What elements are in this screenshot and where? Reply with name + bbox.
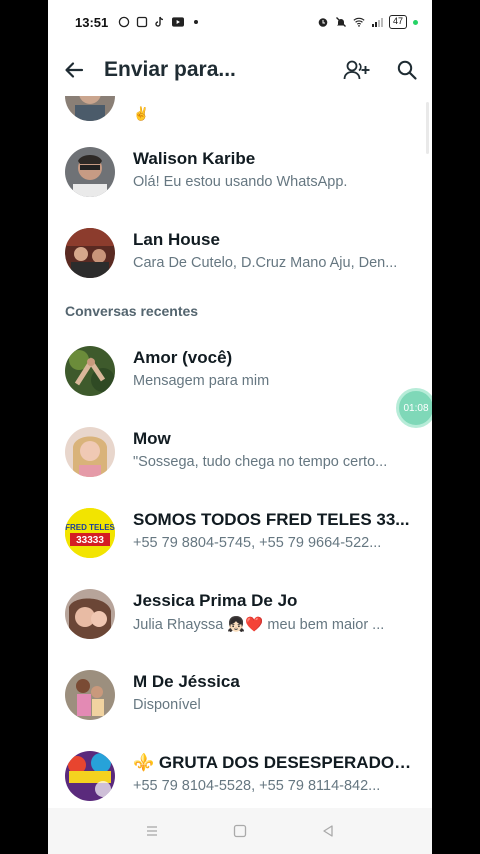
avatar (65, 750, 115, 801)
alarm-icon (317, 16, 329, 28)
list-item-recent[interactable]: Amor (você) Mensagem para mim (48, 330, 432, 411)
item-texts: Amor (você) Mensagem para mim (133, 348, 414, 389)
avatar (65, 669, 115, 720)
battery-level: 47 (388, 15, 407, 29)
item-texts: Jessica Prima De Jo Julia Rhayssa 👧🏻❤️ m… (133, 591, 414, 633)
notification-icons (118, 16, 202, 28)
item-subtitle: Olá! Eu estou usando WhatsApp. (133, 174, 348, 190)
more-dot-icon (190, 16, 202, 28)
floating-timer-bubble[interactable]: 01:08 (396, 388, 432, 428)
system-icons: 47 (317, 15, 418, 29)
item-name: Amor (você) (133, 348, 233, 367)
page-title: Enviar para... (104, 58, 236, 81)
item-name: M De Jéssica (133, 672, 240, 691)
item-subtitle: +55 79 8804-5745, +55 79 9664-522... (133, 535, 382, 551)
item-texts: ⚜️ GRUTA DOS DESESPERADOS... +55 79 8104… (133, 753, 414, 794)
mute-icon (335, 16, 347, 28)
item-texts: Mow "Sossega, tudo chega no tempo certo.… (133, 429, 414, 470)
triangle-back-icon (323, 825, 333, 837)
whatsapp-icon (118, 16, 130, 28)
app-bar: Enviar para... (48, 44, 432, 96)
home-button[interactable] (225, 816, 255, 846)
item-subtitle: +55 79 8104-5528, +55 79 8114-842... (133, 778, 381, 794)
list-item-contact[interactable]: Walison Karibe Olá! Eu estou usando What… (48, 131, 432, 212)
back-button[interactable] (48, 44, 100, 96)
item-name: Jessica Prima De Jo (133, 591, 298, 610)
back-nav-button[interactable] (313, 816, 343, 846)
item-name: Mow (133, 429, 171, 448)
item-subtitle: "Sossega, tudo chega no tempo certo... (133, 454, 388, 470)
item-name: Walison Karibe (133, 149, 256, 168)
avatar: FRED TELES 33333 (65, 507, 115, 558)
status-bar: 13:51 47 (48, 0, 432, 44)
list-item-recent[interactable]: Mow "Sossega, tudo chega no tempo certo.… (48, 411, 432, 492)
gallery-icon (136, 16, 148, 28)
list-item-recent[interactable]: M De Jéssica Disponível (48, 654, 432, 735)
item-texts: M De Jéssica Disponível (133, 672, 414, 713)
item-subtitle: Cara De Cutelo, D.Cruz Mano Aju, Den... (133, 255, 398, 271)
section-header: Conversas recentes (65, 303, 199, 319)
recents-button[interactable] (137, 816, 167, 846)
avatar (65, 426, 115, 477)
item-texts: SOMOS TODOS FRED TELES 33... +55 79 8804… (133, 510, 414, 551)
add-contact-icon (343, 60, 370, 80)
search-icon (397, 60, 417, 80)
contact-list[interactable]: ✌️ Walison Karibe Olá! Eu estou usando W… (48, 96, 432, 808)
signal-icon (371, 16, 383, 28)
charging-dot-icon (413, 19, 418, 25)
youtube-icon (172, 16, 185, 28)
system-nav-bar (48, 808, 432, 854)
avatar (65, 227, 115, 278)
menu-lines-icon (147, 826, 157, 836)
avatar (65, 146, 115, 197)
item-texts: Walison Karibe Olá! Eu estou usando What… (133, 149, 414, 190)
wifi-icon (353, 16, 365, 28)
avatar (65, 345, 115, 396)
tiktok-icon (154, 16, 166, 28)
list-item-recent[interactable]: FRED TELES 33333 SOMOS TODOS FRED TELES … (48, 492, 432, 573)
status-time: 13:51 (75, 14, 109, 30)
item-subtitle: Julia Rhayssa 👧🏻❤️ meu bem maior ... (133, 617, 385, 633)
list-item-recent[interactable]: Jessica Prima De Jo Julia Rhayssa 👧🏻❤️ m… (48, 573, 432, 654)
item-texts: Lan House Cara De Cutelo, D.Cruz Mano Aj… (133, 230, 414, 271)
avatar-text-number: 33333 (76, 535, 104, 546)
new-group-button[interactable] (332, 44, 382, 96)
item-name: Lan House (133, 230, 220, 249)
item-subtitle: Disponível (133, 697, 201, 713)
item-subtitle: ✌️ (133, 106, 150, 121)
list-item-contact[interactable]: Lan House Cara De Cutelo, D.Cruz Mano Aj… (48, 212, 432, 293)
avatar (65, 588, 115, 639)
item-subtitle: Mensagem para mim (133, 373, 270, 389)
item-texts: ✌️ (133, 106, 414, 122)
header-actions (332, 44, 432, 96)
avatar-text-name: FRED TELES (65, 523, 115, 532)
avatar (65, 96, 115, 121)
item-name: ⚜️ GRUTA DOS DESESPERADOS... (133, 753, 414, 772)
screen: 13:51 47 Enviar para... ✌️ Walison Karib… (48, 0, 432, 854)
arrow-left-icon (65, 62, 84, 78)
square-icon (233, 824, 247, 838)
list-item-recent[interactable]: ⚜️ GRUTA DOS DESESPERADOS... +55 79 8104… (48, 735, 432, 808)
search-button[interactable] (382, 44, 432, 96)
item-name: SOMOS TODOS FRED TELES 33... (133, 510, 410, 529)
